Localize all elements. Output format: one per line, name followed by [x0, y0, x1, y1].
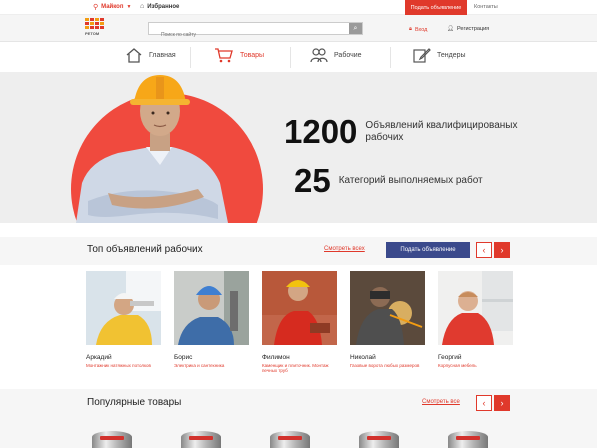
- stat-categories: 25 Категорий выполняемых работ: [294, 162, 489, 200]
- main-nav: Главная Товары Рабочие Тендеры: [0, 42, 597, 73]
- top-workers-title: Топ объявлений рабочих: [87, 244, 203, 255]
- paint-can-image: [181, 431, 221, 448]
- top-workers-header: Топ объявлений рабочих Смотреть всех Под…: [0, 237, 597, 265]
- product-card[interactable]: [353, 427, 405, 448]
- nav-item-tenders[interactable]: Тендеры: [413, 47, 466, 63]
- house-icon: ⌂: [140, 3, 145, 10]
- worker-name: Филимон: [262, 354, 290, 361]
- stat-categories-number: 25: [294, 162, 331, 199]
- product-list: [86, 427, 494, 448]
- worker-photo: [262, 271, 337, 345]
- popular-goods-title: Популярные товары: [87, 397, 182, 408]
- worker-name: Аркадий: [86, 354, 112, 361]
- paint-can-image: [448, 431, 488, 448]
- register-link[interactable]: 👤︎ Регистрация: [447, 26, 489, 32]
- chevron-left-icon: ‹: [482, 398, 486, 408]
- worker-desc: Монтажник натяжных потолков: [86, 363, 151, 368]
- register-label: Регистрация: [456, 26, 490, 32]
- product-card[interactable]: [442, 427, 494, 448]
- search-button[interactable]: ⌕: [349, 23, 362, 34]
- location-pin-icon: ⚲: [93, 4, 99, 11]
- lock-icon: 🔒︎: [409, 26, 412, 32]
- workers-icon: [310, 48, 328, 63]
- worker-photo: [350, 271, 425, 345]
- worker-desc: Каменщик и плиточник. Монтаж печных труб: [262, 363, 329, 373]
- worker-card[interactable]: Борис Электрика и сантехника: [174, 271, 249, 373]
- worker-desc: Корпусная мебель: [438, 363, 477, 368]
- worker-cards: Аркадий Монтажник натяжных потолков Бори…: [86, 271, 513, 373]
- goods-next-button[interactable]: ›: [494, 395, 510, 411]
- paint-can-image: [359, 431, 399, 448]
- post-ad-button[interactable]: Подать объявление: [386, 242, 470, 258]
- worker-photo: [86, 271, 161, 345]
- stat-ads-text: Объявлений квалифицированых рабочих: [365, 120, 518, 143]
- popular-goods-section: Популярные товары Смотреть все ‹ ›: [0, 389, 597, 448]
- product-card[interactable]: [264, 427, 316, 448]
- top-workers-section: Топ объявлений рабочих Смотреть всех Под…: [0, 237, 597, 377]
- chevron-left-icon: ‹: [482, 245, 486, 255]
- hero-banner: 1200 Объявлений квалифицированых рабочих…: [0, 73, 597, 223]
- search-icon: ⌕: [353, 24, 358, 32]
- worker-photo: [438, 271, 513, 345]
- worker-name: Георгий: [438, 354, 462, 361]
- see-all-goods-link[interactable]: Смотреть все: [422, 399, 460, 405]
- edit-icon: [413, 48, 431, 63]
- logo-mark: [85, 18, 104, 29]
- worker-card[interactable]: Филимон Каменщик и плиточник. Монтаж печ…: [262, 271, 337, 373]
- nav-item-label: Тендеры: [437, 51, 466, 59]
- stat-categories-text: Категорий выполняемых работ: [338, 175, 483, 186]
- city-selector[interactable]: ⚲ Майкоп ▼: [93, 3, 131, 11]
- contacts-link[interactable]: Контакты: [474, 4, 498, 10]
- header: PETOM ⌕ 🔒︎ Вход 👤︎ Регистрация: [0, 15, 597, 42]
- cart-icon: [215, 48, 233, 63]
- worker-photo: [76, 75, 228, 223]
- product-card[interactable]: [175, 427, 227, 448]
- worker-desc: Газовые ворота любых размеров: [350, 363, 420, 368]
- logo[interactable]: PETOM: [85, 18, 104, 38]
- favorites-link[interactable]: ⌂ Избранное: [140, 3, 179, 10]
- favorites-label: Избранное: [147, 3, 180, 10]
- post-ad-top-button[interactable]: Подать объявление: [405, 0, 467, 15]
- login-label: Вход: [414, 26, 428, 33]
- worker-card[interactable]: Аркадий Монтажник натяжных потолков: [86, 271, 161, 373]
- login-link[interactable]: 🔒︎ Вход: [409, 26, 427, 33]
- worker-desc: Электрика и сантехника: [174, 363, 225, 368]
- chevron-down-icon: ▼: [126, 4, 132, 10]
- nav-item-home[interactable]: Главная: [125, 47, 176, 63]
- workers-prev-button[interactable]: ‹: [476, 242, 492, 258]
- worker-name: Борис: [174, 354, 193, 361]
- nav-item-workers[interactable]: Рабочие: [310, 47, 362, 63]
- nav-item-label: Главная: [149, 51, 176, 59]
- top-bar: ⚲ Майкоп ▼ ⌂ Избранное Подать объявление…: [0, 0, 597, 15]
- stat-ads: 1200 Объявлений квалифицированых рабочих: [284, 113, 545, 151]
- home-icon: [126, 48, 142, 63]
- chevron-right-icon: ›: [500, 245, 504, 255]
- search-box: ⌕: [148, 22, 363, 41]
- nav-item-label: Рабочие: [334, 51, 362, 59]
- nav-item-label: Товары: [240, 51, 265, 59]
- user-add-icon: 👤︎: [447, 26, 454, 32]
- stat-ads-number: 1200: [284, 113, 358, 150]
- workers-next-button[interactable]: ›: [494, 242, 510, 258]
- worker-card[interactable]: Николай Газовые ворота любых размеров: [350, 271, 425, 373]
- worker-photo: [174, 271, 249, 345]
- goods-prev-button[interactable]: ‹: [476, 395, 492, 411]
- worker-card[interactable]: Георгий Корпусная мебель: [438, 271, 513, 373]
- logo-text: PETOM: [85, 31, 100, 36]
- see-all-workers-link[interactable]: Смотреть всех: [324, 246, 365, 252]
- paint-can-image: [92, 431, 132, 448]
- search-input[interactable]: [149, 29, 349, 41]
- nav-item-goods[interactable]: Товары: [214, 47, 264, 63]
- city-label: Майкоп: [101, 4, 124, 10]
- worker-name: Николай: [350, 354, 376, 361]
- chevron-right-icon: ›: [500, 398, 504, 408]
- paint-can-image: [270, 431, 310, 448]
- product-card[interactable]: [86, 427, 138, 448]
